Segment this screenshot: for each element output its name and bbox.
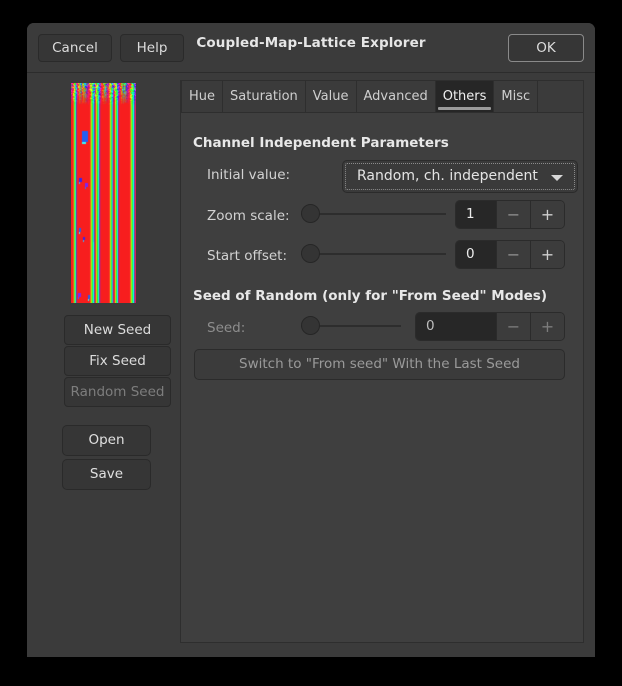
slider-handle[interactable] xyxy=(301,244,320,263)
save-button[interactable]: Save xyxy=(62,459,151,490)
seed-input: 0 xyxy=(416,313,496,340)
tab-bar: Hue Saturation Value Advanced Others Mis… xyxy=(180,80,584,112)
open-button[interactable]: Open xyxy=(62,425,151,456)
zoom-scale-decrement-button[interactable]: − xyxy=(496,201,530,228)
tab-misc[interactable]: Misc xyxy=(494,81,538,112)
seed-of-random-heading: Seed of Random (only for "From Seed" Mod… xyxy=(193,288,547,304)
start-offset-decrement-button[interactable]: − xyxy=(496,241,530,268)
tab-hue[interactable]: Hue xyxy=(181,81,223,112)
help-button[interactable]: Help xyxy=(120,34,184,62)
seed-slider xyxy=(301,316,401,336)
chevron-down-icon xyxy=(551,175,563,181)
initial-value-dropdown[interactable]: Random, ch. independent xyxy=(342,160,578,193)
slider-track xyxy=(301,213,446,215)
slider-handle[interactable] xyxy=(301,204,320,223)
start-offset-label: Start offset: xyxy=(207,248,287,264)
zoom-scale-increment-button[interactable]: + xyxy=(530,201,564,228)
tab-saturation[interactable]: Saturation xyxy=(223,81,306,112)
tab-bar-filler xyxy=(538,81,583,112)
tab-advanced[interactable]: Advanced xyxy=(357,81,436,112)
preview-canvas xyxy=(71,83,136,303)
start-offset-increment-button[interactable]: + xyxy=(530,241,564,268)
settings-notebook: Hue Saturation Value Advanced Others Mis… xyxy=(180,80,584,643)
channel-parameters-heading: Channel Independent Parameters xyxy=(193,135,449,151)
dialog-window: Cancel Help Coupled-Map-Lattice Explorer… xyxy=(27,23,595,657)
seed-spinner: 0 − + xyxy=(415,312,565,341)
coupled-map-lattice-preview[interactable] xyxy=(71,83,136,303)
dialog-body: New Seed Fix Seed Random Seed Open Save … xyxy=(27,73,595,657)
seed-increment-button: + xyxy=(530,313,564,340)
seed-decrement-button: − xyxy=(496,313,530,340)
slider-handle xyxy=(301,316,320,335)
initial-value-selected: Random, ch. independent xyxy=(357,168,538,184)
seed-label: Seed: xyxy=(207,320,245,336)
tab-others[interactable]: Others xyxy=(436,81,495,112)
switch-to-from-seed-button: Switch to "From seed" With the Last Seed xyxy=(194,349,565,380)
cancel-button[interactable]: Cancel xyxy=(38,34,112,62)
zoom-scale-input[interactable]: 1 xyxy=(456,201,496,228)
fix-seed-button[interactable]: Fix Seed xyxy=(64,346,171,376)
zoom-scale-spinner[interactable]: 1 − + xyxy=(455,200,565,229)
others-tab-page: Channel Independent Parameters Initial v… xyxy=(180,112,584,643)
dialog-header-bar: Cancel Help Coupled-Map-Lattice Explorer… xyxy=(27,23,595,73)
new-seed-button[interactable]: New Seed xyxy=(64,315,171,345)
random-seed-button: Random Seed xyxy=(64,377,171,407)
slider-track xyxy=(301,253,446,255)
zoom-scale-slider[interactable] xyxy=(301,204,446,224)
start-offset-spinner[interactable]: 0 − + xyxy=(455,240,565,269)
initial-value-label: Initial value: xyxy=(207,167,290,183)
tab-value[interactable]: Value xyxy=(306,81,357,112)
zoom-scale-label: Zoom scale: xyxy=(207,208,290,224)
start-offset-input[interactable]: 0 xyxy=(456,241,496,268)
ok-button[interactable]: OK xyxy=(508,34,584,62)
start-offset-slider[interactable] xyxy=(301,244,446,264)
